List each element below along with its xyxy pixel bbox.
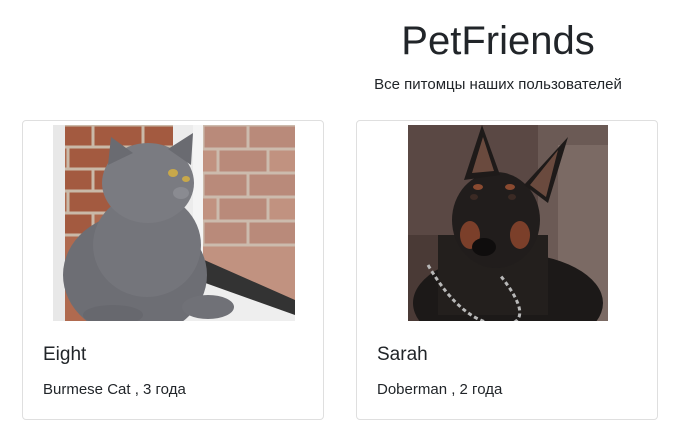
pet-photo[interactable] xyxy=(53,125,295,321)
pet-card[interactable]: Sarah Doberman , 2 года xyxy=(356,120,658,420)
pet-breed-age: Doberman , 2 года xyxy=(377,381,503,398)
pet-name: Sarah xyxy=(377,344,428,365)
pet-gallery-page: PetFriends Все питомцы наших пользовател… xyxy=(0,0,674,431)
pet-name: Eight xyxy=(43,344,87,365)
pet-photo[interactable] xyxy=(408,125,608,321)
page-title: PetFriends xyxy=(401,19,595,63)
dog-photo-image xyxy=(408,125,608,321)
page-subtitle: Все питомцы наших пользователей xyxy=(374,76,622,93)
pet-card[interactable]: Eight Burmese Cat , 3 года xyxy=(22,120,324,420)
pet-breed-age: Burmese Cat , 3 года xyxy=(43,381,186,398)
cat-photo-image xyxy=(53,125,295,321)
